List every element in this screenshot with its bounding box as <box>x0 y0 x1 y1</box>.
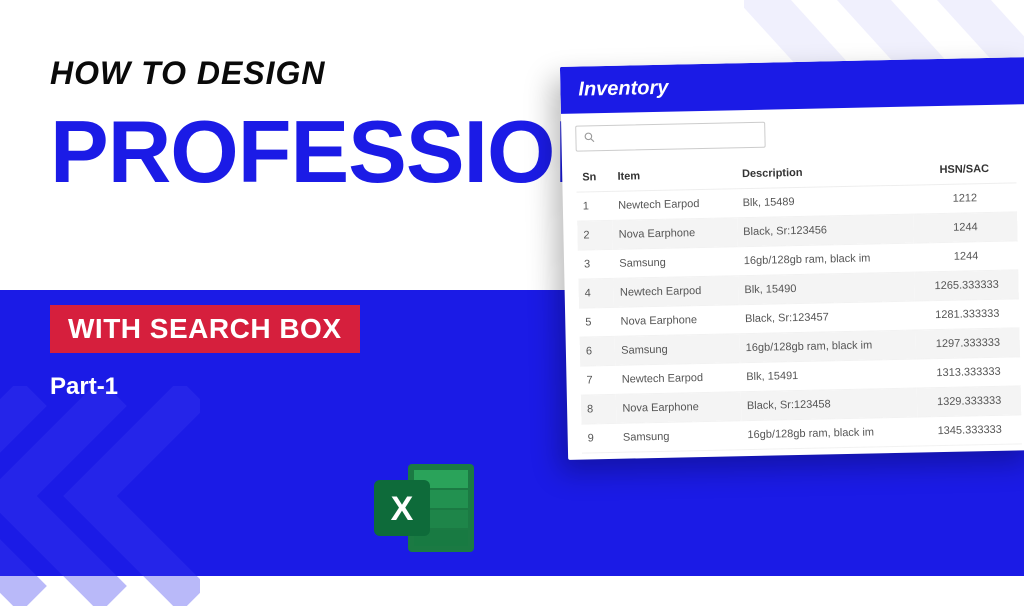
cell-sn: 3 <box>578 249 614 279</box>
search-input[interactable] <box>575 122 766 152</box>
cell-hsn: 1244 <box>914 241 1018 272</box>
col-header-sn: Sn <box>576 163 612 192</box>
cell-desc: Black, Sr:123456 <box>737 214 914 247</box>
cell-item: Nova Earphone <box>612 218 737 250</box>
col-header-item: Item <box>611 160 736 191</box>
cell-hsn: 1345.333333 <box>918 415 1022 446</box>
inventory-table: Sn Item Description HSN/SAC 1Newtech Ear… <box>576 154 1022 453</box>
cell-item: Newtech Earpod <box>612 189 737 221</box>
cell-item: Samsung <box>615 334 740 366</box>
cell-hsn: 1297.333333 <box>916 328 1020 359</box>
cell-item: Newtech Earpod <box>615 363 740 395</box>
cell-hsn: 1212 <box>913 183 1017 214</box>
cell-item: Samsung <box>617 421 742 453</box>
cell-hsn: 1265.333333 <box>915 270 1019 301</box>
cell-sn: 2 <box>577 220 613 250</box>
cell-sn: 7 <box>580 365 616 395</box>
cell-sn: 6 <box>580 336 616 366</box>
heading-block: HOW TO DESIGN PROFESSIONAL TABLE WITH SE… <box>50 55 610 401</box>
part-label: Part-1 <box>50 373 610 401</box>
subtitle-badge: WITH SEARCH BOX <box>50 305 360 353</box>
cell-desc: Black, Sr:123457 <box>739 301 916 334</box>
excel-icon: X <box>370 458 480 558</box>
cell-item: Samsung <box>613 247 738 279</box>
inventory-card: Inventory Sn Item Description HSN/SAC <box>560 57 1024 460</box>
kicker-text: HOW TO DESIGN <box>50 55 610 92</box>
col-header-desc: Description <box>736 157 913 189</box>
cell-hsn: 1244 <box>913 212 1017 243</box>
search-icon <box>583 131 595 145</box>
cell-hsn: 1281.333333 <box>915 299 1019 330</box>
cell-hsn: 1329.333333 <box>917 386 1021 417</box>
cell-sn: 4 <box>578 278 614 308</box>
cell-desc: Blk, 15491 <box>740 359 917 392</box>
cell-desc: Blk, 15490 <box>738 272 915 305</box>
cell-sn: 5 <box>579 307 615 337</box>
cell-sn: 1 <box>577 191 613 221</box>
cell-desc: Blk, 15489 <box>736 185 913 218</box>
search-wrap <box>575 116 1015 151</box>
cell-item: Newtech Earpod <box>614 276 739 308</box>
title-line-1: PROFESSIONAL <box>50 110 610 194</box>
cell-desc: 16gb/128gb ram, black im <box>741 417 918 450</box>
card-body: Sn Item Description HSN/SAC 1Newtech Ear… <box>561 104 1024 460</box>
cell-item: Nova Earphone <box>616 392 741 424</box>
cell-desc: Black, Sr:123458 <box>741 388 918 421</box>
svg-text:X: X <box>391 490 414 528</box>
cell-desc: 16gb/128gb ram, black im <box>739 330 916 363</box>
cell-desc: 16gb/128gb ram, black im <box>738 243 915 276</box>
title-line-2: TABLE <box>50 196 610 280</box>
cell-item: Nova Earphone <box>614 305 739 337</box>
cell-hsn: 1313.333333 <box>916 357 1020 388</box>
col-header-hsn: HSN/SAC <box>912 154 1016 185</box>
cell-sn: 9 <box>581 423 617 453</box>
cell-sn: 8 <box>581 394 617 424</box>
